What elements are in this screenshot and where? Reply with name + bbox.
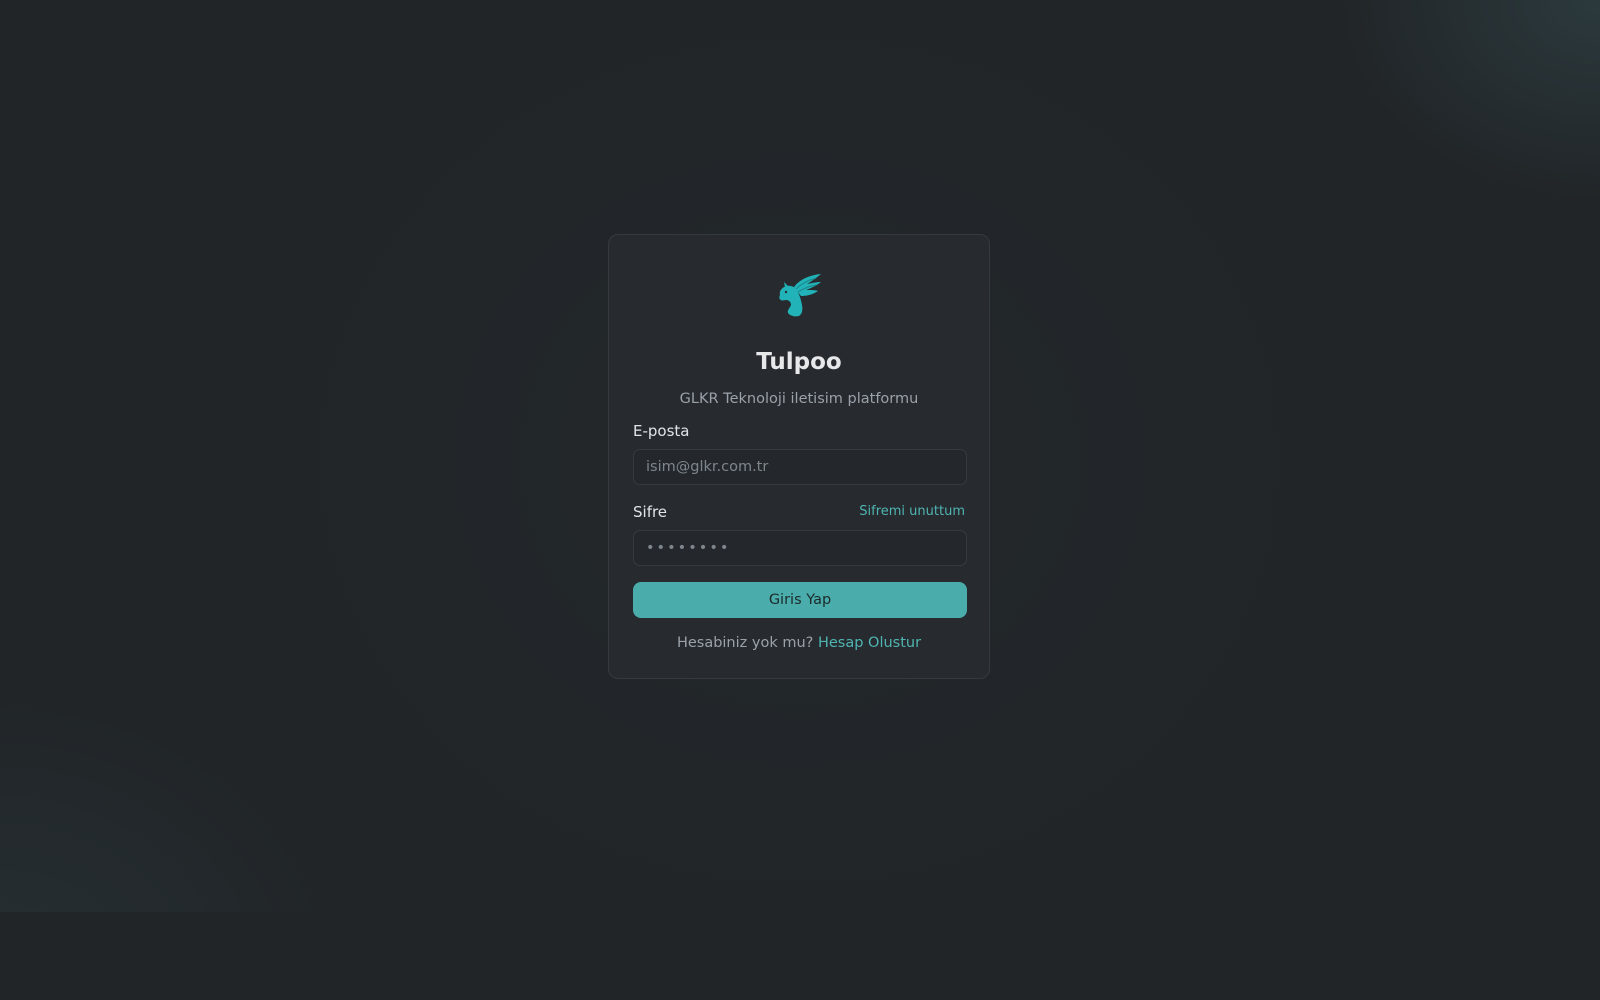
app-title: Tulpoo [756,349,842,375]
password-label: Sifre [633,503,668,521]
password-input[interactable] [633,530,967,566]
email-label: E-posta [633,422,690,440]
login-button[interactable]: Giris Yap [633,582,967,618]
page-bottom-strip [0,912,1600,1000]
app-subtitle: GLKR Teknoloji iletisim platformu [679,391,919,407]
login-card: Tulpoo GLKR Teknoloji iletisim platformu… [608,234,990,679]
signup-row: Hesabiniz yok mu? Hesap Olustur [609,633,989,653]
logo [609,273,989,317]
email-input[interactable] [633,449,967,485]
forgot-password-link[interactable]: Sifremi unuttum [859,503,965,521]
pegasus-icon [779,274,821,317]
signup-question: Hesabiniz yok mu? [676,635,814,651]
create-account-link[interactable]: Hesap Olustur [818,635,921,651]
